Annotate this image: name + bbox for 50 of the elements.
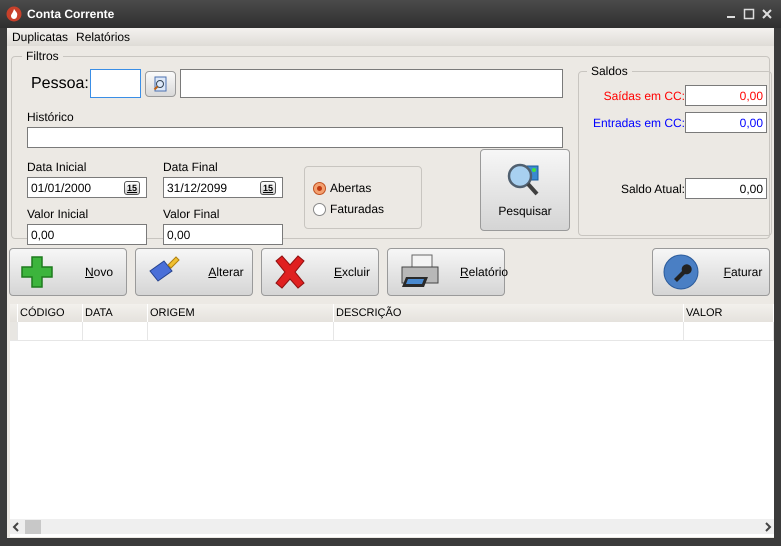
radio-label: Abertas	[330, 181, 372, 195]
group-title: Saldos	[587, 64, 632, 78]
balance-field[interactable]: 0,00	[685, 85, 767, 106]
name-field[interactable]	[180, 69, 563, 98]
code-field[interactable]	[90, 69, 141, 98]
toolbar-button[interactable]: Faturar	[652, 248, 770, 296]
field-label: Valor Inicial	[27, 207, 90, 221]
window-title: Conta Corrente	[27, 7, 116, 21]
close-button[interactable]	[761, 8, 773, 20]
row-indicator	[10, 322, 18, 340]
search-icon	[152, 76, 168, 92]
search-button[interactable]: Pesquisar	[480, 149, 570, 231]
calendar-button[interactable]: 15	[124, 180, 140, 194]
field-label: Histórico	[27, 110, 75, 124]
column-header[interactable]: CÓDIGO	[18, 304, 83, 322]
field-label: Data Inicial	[27, 160, 88, 174]
field-label: Valor Final	[163, 207, 220, 221]
balance-field[interactable]: 0,00	[685, 112, 767, 133]
column-header[interactable]: DATA	[83, 304, 148, 322]
column-header[interactable]: DESCRIÇÃO	[334, 304, 684, 322]
menu-item[interactable]: Duplicatas	[12, 30, 68, 44]
radio-button[interactable]	[313, 202, 326, 216]
toolbar-button[interactable]: Relatório	[387, 248, 505, 296]
flame-icon	[6, 6, 22, 22]
plus-icon	[20, 255, 54, 289]
date-field[interactable]: 01/01/2000 15	[27, 177, 147, 198]
balance-label: Saídas em CC:	[604, 88, 685, 102]
column-header[interactable]: ORIGEM	[148, 304, 334, 322]
toolbar-button[interactable]: Excluir	[261, 248, 379, 296]
balance-label: Saldo Atual:	[620, 182, 685, 196]
scroll-thumb[interactable]	[25, 520, 41, 534]
column-header[interactable]: VALOR	[684, 304, 774, 322]
radio-label: Faturadas	[330, 202, 384, 216]
group-title: Filtros	[22, 49, 63, 63]
value-field[interactable]: 0,00	[27, 224, 147, 245]
maximize-button[interactable]	[743, 8, 755, 20]
menu-item[interactable]: Relatórios	[76, 30, 130, 44]
value-field[interactable]: 0,00	[163, 224, 283, 245]
balance-field[interactable]: 0,00	[685, 178, 767, 199]
field-label: Pessoa:	[31, 74, 89, 92]
toolbar-button[interactable]: Alterar	[135, 248, 253, 296]
radio-button[interactable]	[313, 182, 326, 194]
field-label: Data Final	[163, 160, 219, 174]
date-field[interactable]: 31/12/2099 15	[163, 177, 283, 198]
horizontal-scrollbar[interactable]	[10, 519, 774, 534]
history-field[interactable]	[27, 127, 563, 148]
lookup-button[interactable]	[144, 70, 176, 96]
calendar-button[interactable]: 15	[260, 180, 276, 194]
balance-label: Entradas em CC:	[592, 116, 685, 130]
toolbar-button[interactable]: Novo	[9, 248, 127, 296]
